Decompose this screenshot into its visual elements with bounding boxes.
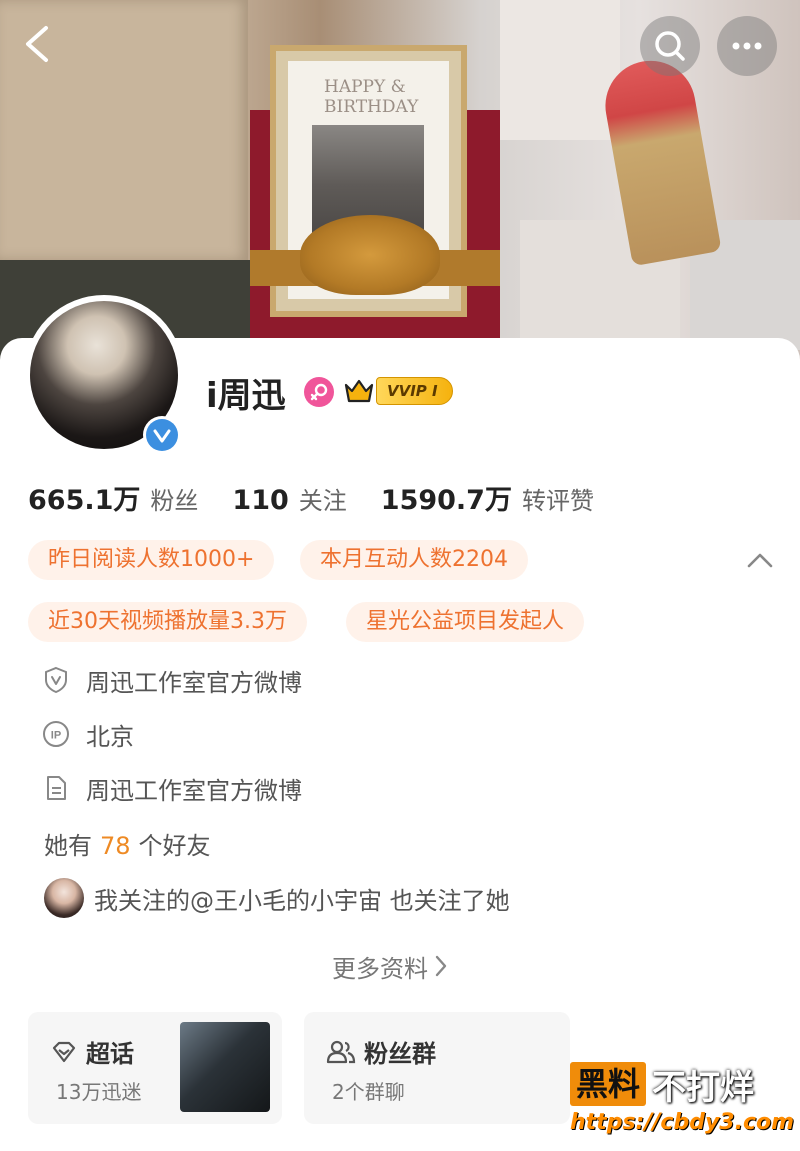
ip-icon: IP bbox=[42, 720, 70, 748]
friends-row[interactable]: 她有 78 个好友 bbox=[44, 826, 211, 861]
supertopic-card[interactable]: 超话 13万迅迷 bbox=[28, 1012, 282, 1124]
watermark-logo: 黑料 不打烊 bbox=[570, 1062, 790, 1108]
stat-likes[interactable]: 1590.7万 转评赞 bbox=[381, 478, 594, 517]
info-row-ip: IP 北京 bbox=[42, 716, 134, 752]
stat-followers[interactable]: 665.1万 粉丝 bbox=[28, 478, 198, 517]
vip-badge[interactable]: VVIP I bbox=[344, 376, 453, 406]
tag-reads[interactable]: 昨日阅读人数1000+ bbox=[28, 540, 275, 580]
stat-number: 1590.7万 bbox=[380, 485, 512, 516]
stat-label: 关注 bbox=[298, 487, 347, 515]
more-info-link[interactable]: 更多资料 bbox=[332, 946, 448, 986]
stat-following[interactable]: 110 关注 bbox=[232, 481, 346, 516]
friends-suffix: 个好友 bbox=[138, 832, 211, 860]
group-icon bbox=[326, 1040, 356, 1063]
friends-prefix: 她有 bbox=[44, 832, 92, 860]
verified-badge bbox=[143, 416, 181, 454]
tag-interactions[interactable]: 本月互动人数2204 bbox=[300, 540, 528, 580]
ip-location: 北京 bbox=[86, 722, 134, 751]
info-row-bio: 周迅工作室官方微博 bbox=[42, 770, 302, 806]
stat-number: 110 bbox=[232, 485, 289, 516]
stat-label: 粉丝 bbox=[150, 487, 199, 515]
birthday-line-1: HAPPY & bbox=[324, 77, 406, 97]
fan-group-label: 粉丝群 bbox=[364, 1040, 436, 1068]
female-icon bbox=[304, 377, 334, 407]
fan-group-sub: 2个群聊 bbox=[332, 1080, 405, 1104]
friends-count: 78 bbox=[100, 832, 131, 860]
chevron-left-icon bbox=[26, 26, 48, 62]
watermark-box: 黑料 bbox=[570, 1062, 647, 1106]
back-button[interactable] bbox=[18, 22, 58, 66]
watermark: 黑料 不打烊 https://cbdy3.com bbox=[570, 1062, 795, 1142]
birthday-card-text: HAPPY & BIRTHDAY bbox=[324, 77, 418, 117]
info-row-certification: 周迅工作室官方微博 bbox=[42, 662, 302, 698]
fan-group-card[interactable]: 粉丝群 2个群聊 bbox=[304, 1012, 570, 1124]
more-info-label: 更多资料 bbox=[332, 954, 428, 983]
supertopic-sub: 13万迅迷 bbox=[56, 1080, 142, 1104]
verified-icon bbox=[146, 419, 178, 451]
cover-postcard bbox=[500, 0, 620, 140]
chevron-right-icon bbox=[435, 955, 447, 977]
vip-label: VVIP I bbox=[376, 377, 453, 405]
supertopic-title: 超话 bbox=[50, 1034, 134, 1069]
mutual-avatar bbox=[44, 878, 84, 918]
more-button[interactable] bbox=[717, 16, 777, 76]
fan-group-title: 粉丝群 bbox=[326, 1034, 436, 1069]
watermark-url: https://cbdy3.com bbox=[570, 1110, 795, 1135]
birthday-line-2: BIRTHDAY bbox=[324, 97, 419, 117]
certification-text: 周迅工作室官方微博 bbox=[86, 668, 302, 697]
chevron-up-icon[interactable] bbox=[746, 550, 774, 570]
shield-v-icon bbox=[42, 666, 70, 694]
search-button[interactable] bbox=[640, 16, 700, 76]
diamond-icon bbox=[52, 1041, 76, 1062]
tag-video-plays[interactable]: 近30天视频播放量3.3万 bbox=[28, 602, 307, 642]
crown-icon bbox=[344, 379, 374, 403]
tag-charity[interactable]: 星光公益项目发起人 bbox=[346, 602, 585, 642]
search-icon bbox=[655, 31, 685, 61]
bio-text: 周迅工作室官方微博 bbox=[86, 776, 302, 805]
more-horizontal-icon bbox=[732, 42, 762, 50]
supertopic-label: 超话 bbox=[86, 1040, 134, 1068]
username: i周迅 bbox=[206, 376, 286, 416]
stat-label: 转评赞 bbox=[521, 487, 594, 515]
mutual-text: 我关注的@王小毛的小宇宙 也关注了她 bbox=[94, 886, 510, 915]
stat-number: 665.1万 bbox=[28, 485, 141, 516]
cover-bow bbox=[300, 215, 440, 295]
stats-row: 665.1万 粉丝 110 关注 1590.7万 转评赞 bbox=[28, 478, 628, 518]
document-icon bbox=[42, 774, 70, 802]
watermark-text: 不打烊 bbox=[652, 1067, 755, 1108]
svg-text:IP: IP bbox=[51, 730, 61, 742]
supertopic-thumbnail bbox=[180, 1022, 270, 1112]
mutual-follow-row[interactable]: 我关注的@王小毛的小宇宙 也关注了她 bbox=[44, 877, 510, 919]
